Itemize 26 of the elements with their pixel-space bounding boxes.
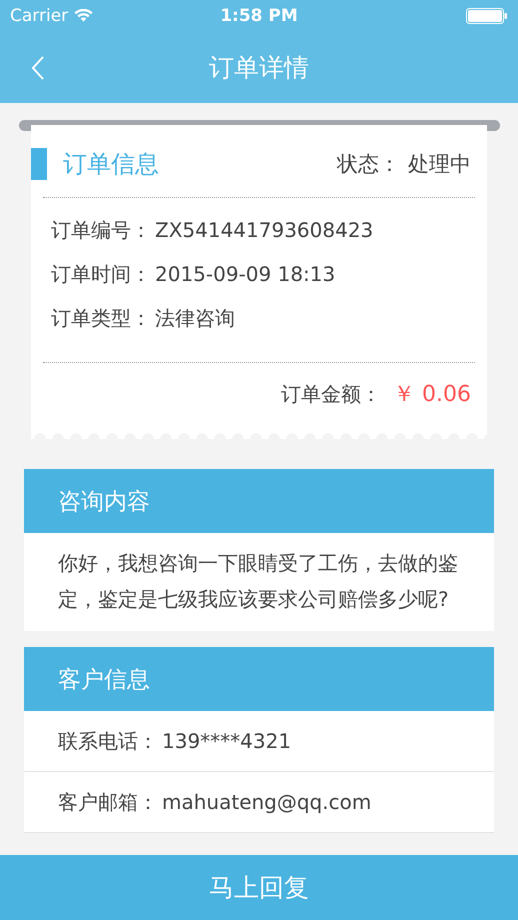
clock-time: 1:58 PM	[220, 6, 298, 26]
amount-label: 订单金额：	[281, 380, 382, 408]
page-title: 订单详情	[209, 52, 309, 84]
back-icon[interactable]	[31, 56, 45, 80]
field-label: 订单时间：	[51, 260, 151, 288]
section-header: 咨询内容	[24, 469, 494, 533]
section-header: 客户信息	[24, 647, 494, 711]
battery-icon	[466, 8, 508, 24]
field-label: 联系电话：	[58, 728, 158, 754]
carrier-name: Carrier	[10, 6, 68, 26]
status-value: 处理中	[408, 151, 471, 178]
wifi-icon	[74, 9, 94, 23]
field-label: 订单编号：	[51, 216, 151, 244]
field-label: 订单类型：	[51, 304, 151, 332]
reply-button[interactable]: 马上回复	[0, 855, 518, 920]
field-value: ZX541441793608423	[155, 218, 374, 242]
field-label: 客户邮箱：	[58, 788, 158, 816]
field-value: 2015-09-09 18:13	[155, 262, 336, 286]
question-text: 你好，我想咨询一下眼睛受了工伤，去做的鉴定，鉴定是七级我应该要求公司赔偿多少呢?	[58, 550, 459, 613]
field-value: 法律咨询	[155, 304, 235, 332]
card-title: 订单信息	[63, 149, 159, 180]
field-value: mahuateng@qq.com	[162, 790, 372, 814]
accent-bar	[31, 148, 47, 180]
status-label: 状态：	[337, 151, 400, 178]
amount-value: ￥ 0.06	[393, 381, 471, 409]
field-value: 139****4321	[162, 729, 292, 753]
